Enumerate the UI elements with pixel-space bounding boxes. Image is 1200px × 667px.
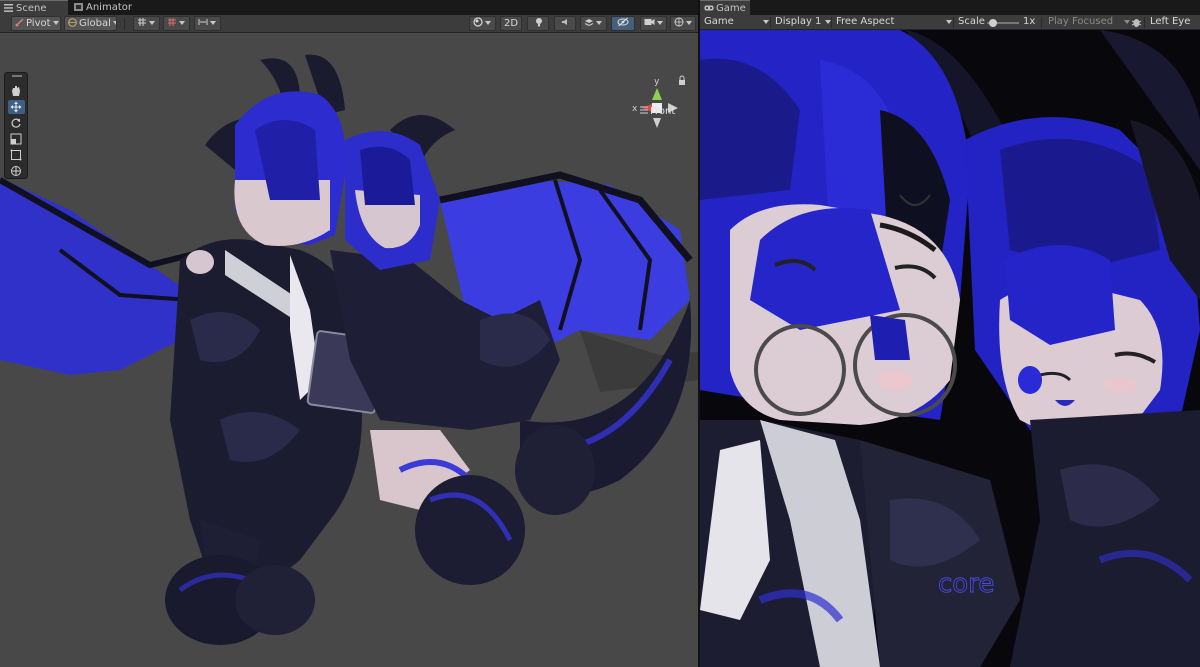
- palette-grip: [12, 75, 22, 77]
- frame-debugger-button[interactable]: [1131, 15, 1143, 29]
- rotate-tool-button[interactable]: [8, 116, 25, 130]
- mode-2d-button[interactable]: 2D: [500, 16, 522, 31]
- scene-panel: Scene Animator Pivot Global 2D y x Front: [0, 0, 698, 667]
- audio-toggle[interactable]: [554, 16, 576, 31]
- snap-grid-icon: [167, 17, 177, 27]
- effects-button[interactable]: [580, 16, 607, 31]
- camera-settings-button[interactable]: [640, 16, 667, 31]
- scene-tabbar: Scene Animator: [0, 0, 698, 15]
- rotate-tool-icon: [11, 118, 21, 128]
- tab-scene-label: Scene: [16, 3, 47, 14]
- global-toggle[interactable]: Global: [64, 16, 117, 31]
- move-tool-button[interactable]: [8, 100, 25, 114]
- mode-2d-label: 2D: [504, 18, 519, 29]
- chevron-down-icon: [946, 20, 952, 24]
- rect-tool-icon: [10, 149, 22, 161]
- tab-animator[interactable]: Animator: [70, 0, 140, 15]
- pivot-label: Pivot: [26, 18, 51, 29]
- move-tool-icon: [10, 101, 22, 113]
- hoodie-print: core: [938, 569, 994, 599]
- tab-game[interactable]: Game: [700, 0, 750, 15]
- game-tab-icon: [704, 2, 714, 11]
- gizmos-button[interactable]: [670, 16, 696, 31]
- hidden-eye-icon: [617, 17, 629, 27]
- align-button[interactable]: [194, 16, 221, 31]
- tool-palette: [4, 72, 28, 179]
- play-mode-label: Play Focused: [1048, 16, 1114, 27]
- align-icon: [198, 17, 208, 27]
- rect-tool-button[interactable]: [8, 148, 25, 162]
- chevron-down-icon: [179, 21, 185, 25]
- scene-toolbar: Pivot Global 2D: [0, 15, 698, 33]
- display-label: Display 1: [775, 16, 822, 27]
- chevron-down-icon: [763, 20, 769, 24]
- scale-slider[interactable]: [987, 19, 1019, 27]
- chevron-down-icon: [657, 21, 663, 25]
- chevron-down-icon: [210, 21, 216, 25]
- chevron-down-icon: [596, 21, 602, 25]
- gizmo-neg-y-arrow[interactable]: [653, 118, 661, 128]
- chevron-down-icon: [112, 21, 116, 25]
- hand-tool-button[interactable]: [8, 84, 25, 98]
- speaker-icon: [561, 17, 571, 27]
- chevron-down-icon: [52, 21, 59, 25]
- aspect-label: Free Aspect: [836, 16, 895, 27]
- scale-slider-thumb[interactable]: [989, 19, 998, 27]
- scene-viewport[interactable]: y x Front: [0, 34, 698, 667]
- lighting-toggle[interactable]: [527, 16, 549, 31]
- scale-value: 1x: [1023, 16, 1036, 27]
- gizmo-y-arrow[interactable]: [652, 88, 662, 100]
- camera-icon: [644, 17, 655, 27]
- shading-sphere-icon: [473, 17, 483, 27]
- game-panel: Game Game Display 1 Free Aspect Scale 1x…: [700, 0, 1200, 667]
- scale-label: Scale: [958, 16, 985, 27]
- game-tabbar: Game: [700, 0, 1200, 15]
- global-label: Global: [79, 18, 111, 29]
- lightbulb-icon: [534, 17, 544, 27]
- globe-icon: [68, 18, 77, 27]
- tab-game-label: Game: [716, 3, 746, 14]
- eye-selector[interactable]: Left Eye: [1150, 15, 1190, 29]
- chevron-down-icon: [1124, 20, 1130, 24]
- display-dropdown[interactable]: Display 1: [775, 15, 833, 29]
- transform-tool-button[interactable]: [8, 164, 25, 178]
- lock-icon[interactable]: [679, 75, 685, 85]
- gizmo-globe-icon: [674, 17, 684, 27]
- display-type-label: Game: [704, 16, 734, 27]
- tab-scene[interactable]: Scene: [0, 0, 68, 15]
- transform-tool-icon: [11, 166, 21, 176]
- increment-snap-button[interactable]: [163, 16, 190, 31]
- shading-mode-button[interactable]: [469, 16, 496, 31]
- game-view[interactable]: core: [700, 30, 1200, 667]
- pivot-icon: [15, 18, 24, 27]
- grid-snap-button[interactable]: [133, 16, 160, 31]
- view-mode-label[interactable]: Front: [640, 106, 675, 117]
- tab-animator-label: Animator: [86, 2, 132, 13]
- scene-tab-icon: [4, 2, 13, 12]
- hand-tool-icon: [12, 86, 20, 96]
- view-front-label: Front: [650, 106, 676, 117]
- chevron-down-icon: [485, 21, 491, 25]
- view-list-icon: [640, 106, 648, 114]
- gizmo-y-label: y: [654, 77, 660, 87]
- grid-icon: [137, 17, 147, 27]
- scale-tool-icon: [10, 133, 22, 145]
- display-type-dropdown[interactable]: Game: [704, 15, 769, 29]
- aspect-dropdown[interactable]: Free Aspect: [836, 15, 952, 29]
- pivot-toggle[interactable]: Pivot: [11, 16, 61, 31]
- scene-avatar-render: [0, 54, 698, 645]
- bug-icon: [1131, 19, 1142, 27]
- gizmo-x-label: x: [632, 104, 638, 114]
- layers-icon: [584, 17, 594, 27]
- game-toolbar: Game Display 1 Free Aspect Scale 1x Play…: [700, 15, 1200, 30]
- game-avatar-render: core: [700, 30, 1200, 667]
- scene-visibility-toggle[interactable]: [611, 16, 635, 31]
- animator-tab-icon: [74, 1, 83, 11]
- scale-tool-button[interactable]: [8, 132, 25, 146]
- chevron-down-icon: [686, 21, 692, 25]
- play-mode-dropdown[interactable]: Play Focused: [1048, 15, 1130, 29]
- chevron-down-icon: [149, 21, 155, 25]
